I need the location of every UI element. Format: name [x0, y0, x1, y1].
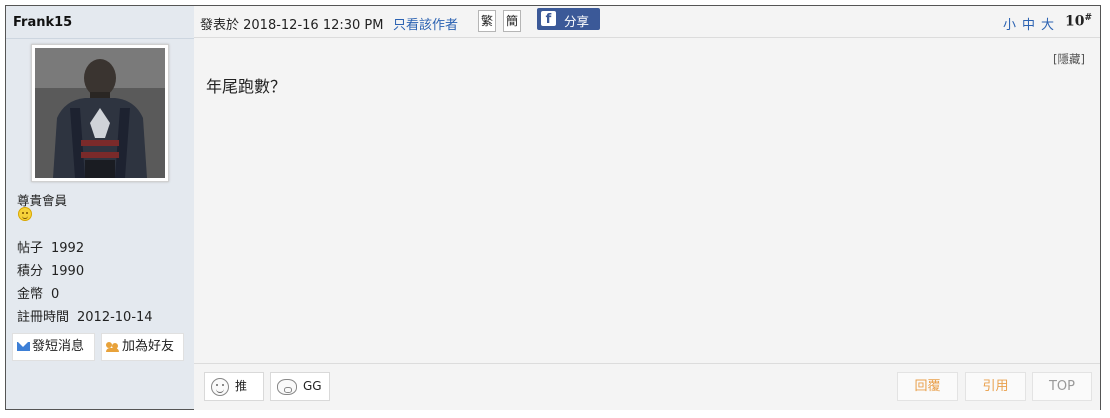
- send-message-label: 發短消息: [32, 339, 85, 354]
- add-friend-label: 加為好友: [122, 339, 175, 354]
- stat-points: 積分 1990: [17, 260, 84, 279]
- floor-number-value: 10: [1065, 13, 1085, 30]
- thumbs-face-icon: [211, 377, 229, 396]
- mail-icon: [17, 342, 30, 351]
- stat-value: 1990: [51, 264, 85, 279]
- author-header: Frank15: [6, 6, 194, 39]
- post-action-bar: 推 GG 回覆 引用 TOP: [194, 363, 1100, 410]
- post-meta-bar: 發表於 2018-12-16 12:30 PM 只看該作者 繁 簡 f 分享 小…: [194, 6, 1100, 38]
- author-panel: Frank15 尊貴會員 帖子 1992 積分 1990 金幣 0 註冊時間 2…: [6, 6, 194, 409]
- stat-register-date: 註冊時間 2012-10-14: [17, 306, 153, 325]
- floor-number[interactable]: 10#: [1065, 13, 1092, 30]
- stat-value[interactable]: 1992: [51, 241, 84, 256]
- author-username[interactable]: Frank15: [13, 15, 72, 30]
- post-main: 發表於 2018-12-16 12:30 PM 只看該作者 繁 簡 f 分享 小…: [194, 6, 1100, 410]
- share-label: 分享: [564, 14, 590, 29]
- post-timestamp: 發表於 2018-12-16 12:30 PM: [200, 18, 384, 33]
- facebook-share-button[interactable]: f 分享: [537, 8, 600, 30]
- stat-value: 2012-10-14: [77, 310, 153, 325]
- stat-value: 0: [51, 287, 60, 302]
- font-large-button[interactable]: 大: [1041, 14, 1054, 33]
- traditional-chinese-button[interactable]: 繁: [478, 10, 496, 32]
- simplified-chinese-button[interactable]: 簡: [503, 10, 521, 32]
- stat-label: 金幣: [17, 287, 44, 302]
- smiley-icon: [18, 207, 32, 221]
- avatar-image: [35, 48, 165, 178]
- gg-button[interactable]: GG: [270, 372, 330, 401]
- stat-label: 積分: [17, 264, 44, 279]
- push-button[interactable]: 推: [204, 372, 264, 401]
- gg-label: GG: [303, 379, 322, 393]
- stat-label: 帖子: [17, 241, 44, 256]
- post-content: 年尾跑數？: [206, 77, 287, 96]
- avatar-frame[interactable]: [31, 44, 169, 182]
- top-button[interactable]: TOP: [1032, 372, 1092, 401]
- author-only-link[interactable]: 只看該作者: [393, 14, 458, 33]
- post-container: Frank15 尊貴會員 帖子 1992 積分 1990 金幣 0 註冊時間 2…: [5, 5, 1101, 410]
- font-small-button[interactable]: 小: [1003, 14, 1016, 33]
- stat-posts: 帖子 1992: [17, 237, 84, 256]
- font-medium-button[interactable]: 中: [1022, 14, 1035, 33]
- stat-coins: 金幣 0: [17, 283, 59, 302]
- stat-label: 註冊時間: [17, 310, 70, 325]
- quote-button[interactable]: 引用: [965, 372, 1026, 401]
- send-message-button[interactable]: 發短消息: [12, 333, 95, 361]
- facebook-icon: f: [541, 11, 556, 27]
- pig-icon: [277, 378, 297, 395]
- floor-mark: #: [1084, 13, 1093, 23]
- add-friend-button[interactable]: 加為好友: [101, 333, 184, 361]
- push-label: 推: [235, 379, 248, 393]
- reply-button[interactable]: 回覆: [897, 372, 958, 401]
- hide-post-button[interactable]: [隱藏]: [1053, 51, 1085, 67]
- avatar: [35, 48, 165, 178]
- friend-icon: [106, 341, 120, 352]
